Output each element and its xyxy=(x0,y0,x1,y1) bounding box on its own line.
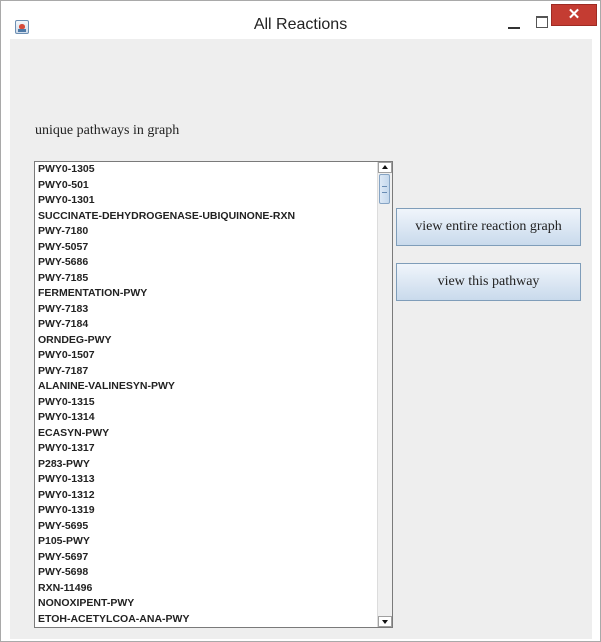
pathway-list-item[interactable]: PWY-5695 xyxy=(35,519,376,535)
content-pane: unique pathways in graph PWY0-1305 PWY0-5… xyxy=(10,39,592,639)
pathway-list-item[interactable]: PWY-5698 xyxy=(35,565,376,581)
pathway-list-item[interactable]: PWY-5057 xyxy=(35,240,376,256)
view-entire-graph-button[interactable]: view entire reaction graph xyxy=(396,208,581,246)
view-pathway-button[interactable]: view this pathway xyxy=(396,263,581,301)
pathway-list-item[interactable]: ETOH-ACETYLCOA-ANA-PWY xyxy=(35,612,376,628)
pathway-list-item[interactable]: ORNDEG-PWY xyxy=(35,333,376,349)
pathway-list-item[interactable]: PWY0-501 xyxy=(35,178,376,194)
scroll-down-arrow-icon[interactable] xyxy=(378,616,392,627)
pathway-list-item[interactable]: PWY-7184 xyxy=(35,317,376,333)
pathway-list-item[interactable]: PWY-7180 xyxy=(35,224,376,240)
pathway-list-item[interactable]: PWY0-1317 xyxy=(35,441,376,457)
pathway-list-item[interactable]: PWY-5686 xyxy=(35,255,376,271)
pathway-list-item[interactable]: ALANINE-VALINESYN-PWY xyxy=(35,379,376,395)
pathway-list-item[interactable]: PWY0-1315 xyxy=(35,395,376,411)
pathway-list[interactable]: PWY0-1305 PWY0-501 PWY0-1301 SUCCINATE-DEHY… xyxy=(34,161,393,628)
pathway-list-item[interactable]: SUCCINATE-DEHYDROGENASE-UBIQUINONE-RXN xyxy=(35,209,376,225)
pathway-list-item[interactable]: FERMENTATION-PWY xyxy=(35,286,376,302)
app-window: All Reactions ✕ unique pathways in graph… xyxy=(0,0,601,642)
pathway-list-item[interactable]: P283-PWY xyxy=(35,457,376,473)
pathway-list-items: PWY0-1305 PWY0-501 PWY0-1301 SUCCINATE-DEHY… xyxy=(35,162,376,628)
pathway-list-item[interactable]: PWY0-1313 xyxy=(35,472,376,488)
pathways-heading: unique pathways in graph xyxy=(35,123,180,138)
pathway-list-item[interactable]: PWY-7185 xyxy=(35,271,376,287)
pathway-list-item[interactable]: PWY0-1314 xyxy=(35,410,376,426)
pathway-list-item[interactable]: PWY0-1312 xyxy=(35,488,376,504)
pathway-list-item[interactable]: ECASYN-PWY xyxy=(35,426,376,442)
pathway-list-item[interactable]: PWY-5697 xyxy=(35,550,376,566)
pathway-list-item[interactable]: PWY0-1301 xyxy=(35,193,376,209)
close-button[interactable]: ✕ xyxy=(551,4,597,26)
pathway-list-item[interactable]: RXN-11496 xyxy=(35,581,376,597)
pathway-list-item[interactable]: NONOXIPENT-PWY xyxy=(35,596,376,612)
minimize-button[interactable] xyxy=(500,12,528,34)
title-bar[interactable]: All Reactions ✕ xyxy=(1,1,600,39)
pathway-list-item[interactable]: PWY0-1507 xyxy=(35,348,376,364)
vertical-scrollbar[interactable] xyxy=(377,162,392,627)
pathway-list-item[interactable]: PWY-7183 xyxy=(35,302,376,318)
pathway-list-item[interactable]: P105-PWY xyxy=(35,534,376,550)
scroll-thumb[interactable] xyxy=(379,174,390,204)
pathway-list-item[interactable]: PWY0-1319 xyxy=(35,503,376,519)
scroll-up-arrow-icon[interactable] xyxy=(378,162,392,173)
pathway-list-item[interactable]: PWY0-901 xyxy=(35,627,376,628)
pathway-list-item[interactable]: PWY0-1305 xyxy=(35,162,376,178)
pathway-list-item[interactable]: PWY-7187 xyxy=(35,364,376,380)
